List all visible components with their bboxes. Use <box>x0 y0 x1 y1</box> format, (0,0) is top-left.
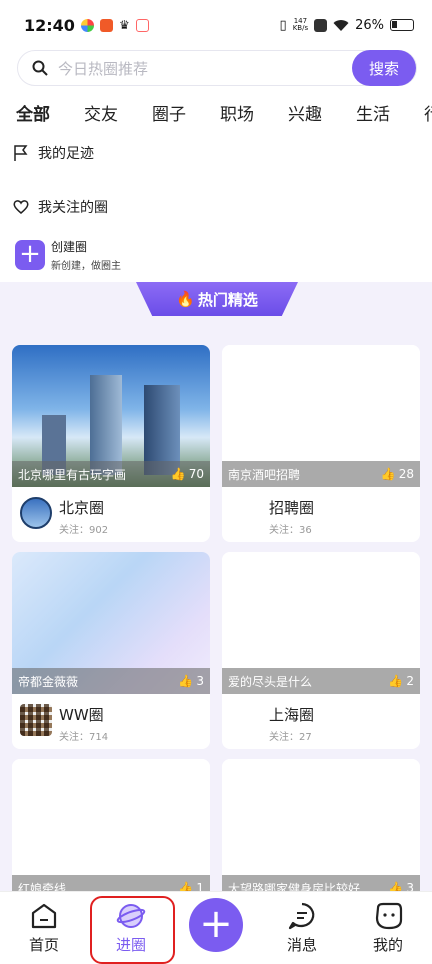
building-shape <box>90 375 122 475</box>
thumbs-up-icon: 👍 <box>380 467 396 481</box>
tab-more[interactable]: 行 <box>424 100 432 128</box>
circle-name: 北京圈 <box>59 499 105 517</box>
app-notification-icon <box>80 18 94 32</box>
follower-count: 关注：902 <box>59 525 109 536</box>
home-icon <box>31 903 57 929</box>
circle-card[interactable]: 北京哪里有古玩字画 👍 70 北京圈 关注：902 <box>12 345 210 542</box>
face-icon <box>375 902 403 930</box>
avatar <box>20 497 52 529</box>
tab-all[interactable]: 全部 <box>16 100 50 128</box>
circle-card[interactable]: 帝都金薇薇 👍 3 WW圈 关注：714 <box>12 552 210 749</box>
app-notification-icon <box>135 18 149 32</box>
follower-count: 关注：27 <box>269 732 312 743</box>
like-count: 👍 2 <box>388 674 414 688</box>
create-circle-row[interactable]: + 创建圈 新创建，做圈主 <box>15 238 121 272</box>
tab-home[interactable]: 首页 <box>14 902 74 955</box>
avatar <box>230 704 262 736</box>
like-count: 👍 70 <box>170 467 204 481</box>
tab-messages-label: 消息 <box>286 936 317 954</box>
like-count: 👍 3 <box>178 674 204 688</box>
hot-picks-banner: 🔥 热门精选 <box>136 282 298 316</box>
crown-icon: ♛ <box>118 18 130 32</box>
heart-icon <box>13 200 29 214</box>
circle-card[interactable]: 爱的尽头是什么 👍 2 上海圈 关注：27 <box>222 552 420 749</box>
tab-home-label: 首页 <box>28 936 59 954</box>
circle-card[interactable]: 南京酒吧招聘 👍 28 招聘圈 关注：36 <box>222 345 420 542</box>
add-post-button[interactable]: + <box>189 898 243 952</box>
plus-icon: + <box>15 240 45 270</box>
selection-highlight <box>90 896 175 964</box>
card-caption: 北京哪里有古玩字画 👍 70 <box>12 461 210 487</box>
card-caption: 南京酒吧招聘 👍 28 <box>222 461 420 487</box>
circle-name: 上海圈 <box>269 706 315 724</box>
follower-count: 关注：714 <box>59 732 109 743</box>
app-notification-icon <box>99 18 113 32</box>
tab-circles[interactable]: 圈子 <box>152 100 186 128</box>
card-caption: 帝都金薇薇 👍 3 <box>12 668 210 694</box>
avatar <box>20 704 52 736</box>
vibrate-icon: ▯ <box>279 17 287 33</box>
tab-workplace[interactable]: 职场 <box>220 100 254 128</box>
followed-circles-label: 我关注的圈 <box>38 200 108 216</box>
my-footprints-row[interactable]: 我的足迹 <box>12 143 94 163</box>
tab-mine-label: 我的 <box>372 936 403 954</box>
my-footprints-label: 我的足迹 <box>38 146 94 162</box>
status-time: 12:40 <box>24 15 75 35</box>
search-input[interactable]: 今日热圈推荐 <box>58 58 148 79</box>
hot-picks-title: 热门精选 <box>197 290 258 309</box>
card-caption: 爱的尽头是什么 👍 2 <box>222 668 420 694</box>
bottom-tab-bar: 首页 进圈 + 消息 我的 <box>0 891 432 964</box>
net-speed: 147 KB/s <box>292 17 309 32</box>
search-bar[interactable]: 今日热圈推荐 搜索 <box>17 50 417 86</box>
status-bar: 12:40 ♛ ▯ 147 KB/s 26% <box>0 0 432 50</box>
thumbs-up-icon: 👍 <box>178 674 194 688</box>
wifi-icon <box>333 19 349 31</box>
avatar <box>230 497 262 529</box>
tab-life[interactable]: 生活 <box>356 100 390 128</box>
tab-messages[interactable]: 消息 <box>272 902 332 955</box>
circle-name: 招聘圈 <box>269 499 315 517</box>
thumbs-up-icon: 👍 <box>170 467 186 481</box>
follower-count: 关注：36 <box>269 525 312 536</box>
create-circle-subtitle: 新创建，做圈主 <box>51 261 121 272</box>
search-button[interactable]: 搜索 <box>352 50 416 86</box>
flag-icon <box>14 145 28 161</box>
followed-circles-row[interactable]: 我关注的圈 <box>12 197 108 217</box>
battery-icon <box>390 19 414 31</box>
search-icon <box>32 60 48 76</box>
battery-percent: 26% <box>355 17 384 33</box>
chat-bubble-icon <box>288 902 315 930</box>
create-circle-title: 创建圈 <box>51 240 88 254</box>
flame-icon: 🔥 <box>176 290 195 308</box>
category-tabs: 全部 交友 圈子 职场 兴趣 生活 行 <box>16 100 432 128</box>
tab-friends[interactable]: 交友 <box>84 100 118 128</box>
tab-mine[interactable]: 我的 <box>358 902 418 955</box>
tab-interests[interactable]: 兴趣 <box>288 100 322 128</box>
like-count: 👍 28 <box>380 467 414 481</box>
thumbs-up-icon: 👍 <box>388 674 404 688</box>
circle-name: WW圈 <box>59 706 104 724</box>
sim-icon <box>314 18 328 32</box>
